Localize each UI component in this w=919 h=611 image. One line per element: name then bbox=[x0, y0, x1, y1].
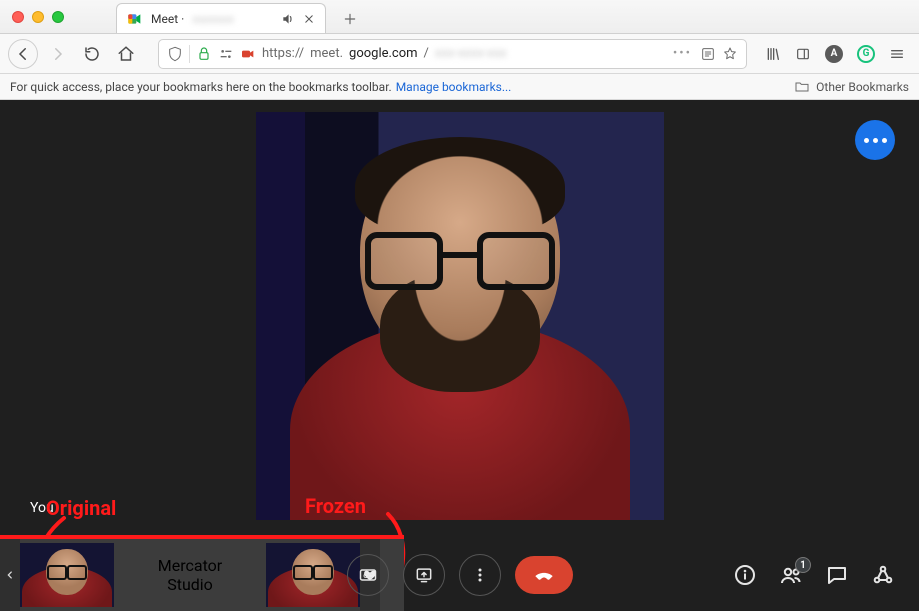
window-controls bbox=[0, 0, 76, 33]
mercator-label: Mercator Studio bbox=[114, 556, 266, 594]
captions-button[interactable]: CC bbox=[347, 554, 389, 596]
main-video-tile[interactable] bbox=[256, 112, 664, 520]
svg-text:CC: CC bbox=[363, 573, 373, 580]
mercator-collapse-button[interactable] bbox=[0, 539, 20, 611]
url-host: google.com bbox=[349, 46, 418, 61]
chat-button[interactable] bbox=[825, 563, 849, 587]
forward-button bbox=[44, 40, 72, 68]
window-close[interactable] bbox=[12, 11, 24, 23]
meet-right-controls: 1 bbox=[733, 563, 919, 587]
other-bookmarks-button[interactable]: Other Bookmarks bbox=[794, 79, 909, 95]
tab-meet[interactable]: Meet · xxxxxxx bbox=[116, 3, 326, 33]
meeting-details-button[interactable] bbox=[855, 120, 895, 160]
url-path-prefix: / bbox=[424, 46, 429, 61]
sidebar-icon[interactable] bbox=[795, 46, 811, 62]
back-button[interactable] bbox=[8, 39, 38, 69]
sound-icon[interactable] bbox=[281, 12, 295, 26]
page-actions-icon[interactable]: ••• bbox=[673, 46, 692, 61]
url-scheme: https:// bbox=[262, 46, 304, 61]
tab-title-prefix: Meet · bbox=[151, 12, 184, 26]
meet-favicon bbox=[127, 11, 143, 27]
other-bookmarks-label: Other Bookmarks bbox=[816, 80, 909, 94]
thumbnail-original[interactable] bbox=[20, 543, 114, 607]
manage-bookmarks-link[interactable]: Manage bookmarks... bbox=[396, 80, 512, 94]
account-icon[interactable]: A bbox=[825, 45, 843, 63]
nav-toolbar: https:// meet. google.com / xxx-xxxx-xxx •••… bbox=[0, 34, 919, 74]
activities-button[interactable] bbox=[871, 563, 895, 587]
annotation-original: Original bbox=[46, 496, 116, 520]
info-button[interactable] bbox=[733, 563, 757, 587]
close-icon[interactable] bbox=[303, 13, 315, 25]
url-path-blurred: xxx-xxxx-xxx bbox=[435, 46, 507, 61]
camera-permission-icon[interactable] bbox=[240, 46, 256, 62]
toolbar-right-icons: A G bbox=[765, 45, 911, 63]
home-button[interactable] bbox=[112, 40, 140, 68]
url-sub: meet. bbox=[310, 46, 343, 61]
reader-mode-icon[interactable] bbox=[700, 46, 716, 62]
mercator-panel: Mercator Studio bbox=[0, 539, 404, 611]
people-button[interactable]: 1 bbox=[779, 563, 803, 587]
self-label: You bbox=[30, 500, 54, 516]
window-zoom[interactable] bbox=[52, 11, 64, 23]
bookmarks-hint: For quick access, place your bookmarks h… bbox=[10, 80, 392, 94]
hamburger-menu-icon[interactable] bbox=[889, 46, 905, 62]
permissions-icon[interactable] bbox=[218, 46, 234, 62]
shield-icon[interactable] bbox=[167, 46, 183, 62]
reload-button[interactable] bbox=[78, 40, 106, 68]
tab-title-blurred: xxxxxxx bbox=[192, 12, 234, 26]
bookmarks-bar: For quick access, place your bookmarks h… bbox=[0, 74, 919, 100]
meet-bottom-bar-right: 1 bbox=[404, 539, 919, 611]
bookmark-star-icon[interactable] bbox=[722, 46, 738, 62]
library-icon[interactable] bbox=[765, 46, 781, 62]
tab-strip: Meet · xxxxxxx bbox=[0, 0, 919, 34]
participant-count-badge: 1 bbox=[795, 557, 811, 573]
window-minimize[interactable] bbox=[32, 11, 44, 23]
grammarly-icon[interactable]: G bbox=[857, 45, 875, 63]
new-tab-button[interactable] bbox=[336, 5, 364, 33]
lock-icon[interactable] bbox=[196, 46, 212, 62]
url-bar[interactable]: https:// meet. google.com / xxx-xxxx-xxx ••• bbox=[158, 39, 747, 69]
folder-icon bbox=[794, 79, 810, 95]
firefox-window: Meet · xxxxxxx bbox=[0, 0, 919, 611]
meet-content: You Original Frozen Mercator Studio bbox=[0, 100, 919, 611]
